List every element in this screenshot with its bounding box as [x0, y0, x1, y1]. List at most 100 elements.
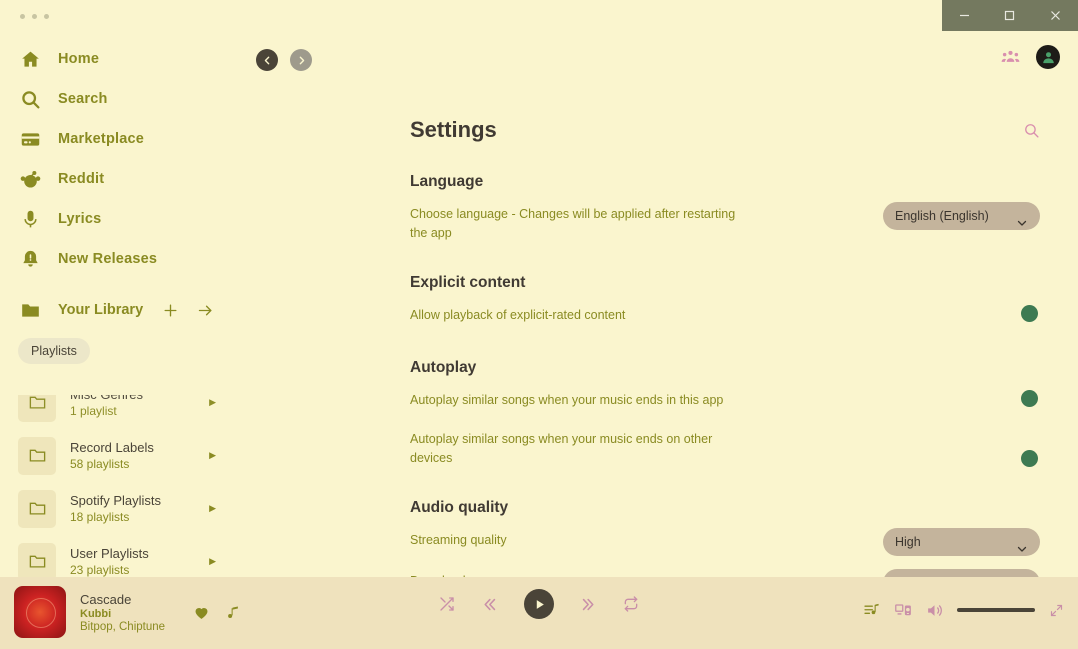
shuffle-button[interactable] — [439, 596, 455, 612]
sidebar-item-label: Home — [58, 51, 100, 67]
playlist-name: Spotify Playlists — [70, 493, 162, 508]
list-item[interactable]: Record Labels 58 playlists ▶ — [0, 429, 252, 482]
setting-label: Streaming quality — [410, 532, 507, 547]
repeat-button[interactable] — [623, 596, 639, 612]
list-item-text: Record Labels 58 playlists — [70, 440, 154, 471]
section-heading-autoplay: Autoplay — [410, 358, 477, 376]
list-item-text: Spotify Playlists 18 playlists — [70, 493, 161, 524]
fullscreen-icon[interactable] — [1049, 603, 1064, 618]
setting-label: Choose language - Changes will be applie… — [410, 207, 736, 241]
minimize-button[interactable] — [943, 0, 987, 31]
section-heading-explicit-content: Explicit content — [410, 273, 526, 291]
app-window: Home Search Marketplace Reddit Lyrics Ne… — [0, 0, 1078, 649]
settings-sections: Language Choose language - Changes will … — [252, 173, 1078, 577]
sidebar-item-label: Search — [58, 91, 108, 107]
chevron-right-icon[interactable]: ▶ — [209, 397, 252, 408]
setting-row-explicit: Allow playback of explicit-rated content — [410, 303, 1040, 329]
volume-icon[interactable] — [926, 602, 943, 619]
list-item-text: Misc Genres 1 playlist — [70, 395, 143, 418]
streaming-quality-select[interactable]: High — [883, 527, 1040, 556]
setting-control: High — [883, 527, 1040, 556]
sidebar-item-label: Your Library — [58, 302, 144, 318]
folder-icon — [18, 298, 42, 322]
connect-device-icon[interactable] — [894, 601, 912, 619]
folder-icon — [18, 542, 56, 581]
home-icon — [18, 47, 42, 71]
settings-header: Settings — [252, 89, 1078, 143]
back-button[interactable] — [256, 49, 278, 71]
player-bar: Cascade Kubbi Bitpop, Chiptune — [0, 577, 1078, 649]
player-right-controls — [863, 601, 1064, 619]
chevron-right-icon[interactable]: ▶ — [209, 503, 252, 514]
library-actions — [162, 302, 252, 319]
sidebar-nav: Home Search Marketplace Reddit Lyrics Ne… — [0, 31, 252, 368]
sidebar-item-lyrics[interactable]: Lyrics — [0, 199, 252, 239]
sidebar-item-search[interactable]: Search — [0, 79, 252, 119]
folder-icon — [18, 395, 56, 422]
list-item-text: User Playlists 23 playlists — [70, 546, 149, 577]
play-button[interactable] — [524, 589, 554, 619]
settings-panel: Settings Language Choose language - Chan… — [252, 89, 1078, 577]
avatar[interactable] — [1036, 45, 1060, 69]
microphone-icon — [18, 207, 42, 231]
search-icon — [18, 87, 42, 111]
list-item[interactable]: Spotify Playlists 18 playlists ▶ — [0, 482, 252, 535]
top-right-actions — [1001, 45, 1060, 69]
playlist-name: Record Labels — [70, 440, 154, 455]
sidebar-item-label: Marketplace — [58, 131, 145, 147]
setting-row-autoplay-app: Autoplay similar songs when your music e… — [410, 388, 1040, 414]
sidebar-item-marketplace[interactable]: Marketplace — [0, 119, 252, 159]
language-select-wrap: English (English) — [883, 202, 1040, 230]
sidebar-item-label: New Releases — [58, 251, 158, 267]
search-icon[interactable] — [1023, 122, 1040, 139]
plus-icon[interactable] — [162, 302, 179, 319]
language-select[interactable]: English (English) — [883, 202, 1040, 230]
setting-row-autoplay-devices: Autoplay similar songs when your music e… — [410, 427, 1040, 469]
sidebar-item-label: Reddit — [58, 171, 105, 187]
playlist-count: 23 playlists — [70, 563, 130, 577]
setting-label: Allow playback of explicit-rated content — [410, 307, 626, 322]
streaming-quality-select-wrap: High — [883, 527, 1040, 556]
folder-icon — [18, 436, 56, 475]
library-filters: Playlists — [0, 330, 252, 368]
volume-slider[interactable] — [957, 608, 1035, 612]
section-heading-language: Language — [410, 173, 484, 190]
folder-icon — [18, 489, 56, 528]
track-genres: Bitpop, Chiptune — [80, 620, 166, 633]
close-button[interactable] — [1033, 0, 1077, 31]
bell-icon — [18, 247, 42, 271]
queue-icon[interactable] — [863, 602, 880, 619]
title-bar — [0, 0, 1078, 31]
list-item[interactable]: Misc Genres 1 playlist ▶ — [0, 395, 252, 429]
setting-label: Autoplay similar songs when your music e… — [410, 392, 724, 407]
sidebar-item-your-library[interactable]: Your Library — [0, 290, 252, 330]
maximize-button[interactable] — [988, 0, 1032, 31]
playlist-name: Misc Genres — [70, 395, 143, 402]
window-controls — [942, 0, 1078, 31]
top-navigation — [252, 31, 1078, 89]
sidebar-item-new-releases[interactable]: New Releases — [0, 239, 252, 279]
playlist-count: 58 playlists — [70, 457, 130, 471]
sidebar: Home Search Marketplace Reddit Lyrics Ne… — [0, 31, 252, 581]
sidebar-item-reddit[interactable]: Reddit — [0, 159, 252, 199]
chevron-right-icon[interactable]: ▶ — [209, 450, 252, 461]
setting-label: Download? — [410, 569, 484, 577]
chevron-right-icon[interactable]: ▶ — [209, 556, 252, 567]
window-dots — [20, 14, 49, 19]
forward-button[interactable] — [290, 49, 312, 71]
filter-chip-playlists[interactable]: Playlists — [18, 338, 90, 364]
playlist-count: 1 playlist — [70, 404, 117, 418]
section-heading-audio-quality: Audio quality — [410, 498, 509, 516]
setting-row-download-quality: Download? High — [410, 568, 1040, 577]
setting-control: High — [883, 568, 1040, 577]
download-quality-select[interactable]: High — [883, 568, 1040, 577]
sidebar-item-label: Lyrics — [58, 211, 102, 227]
next-button[interactable] — [580, 596, 597, 613]
reddit-icon — [18, 167, 42, 191]
playlist-count: 18 playlists — [70, 510, 130, 524]
friends-icon[interactable] — [1001, 48, 1020, 67]
setting-row-language: Choose language - Changes will be applie… — [410, 202, 1040, 244]
sidebar-item-home[interactable]: Home — [0, 39, 252, 79]
previous-button[interactable] — [481, 596, 498, 613]
arrow-right-icon[interactable] — [197, 302, 214, 319]
